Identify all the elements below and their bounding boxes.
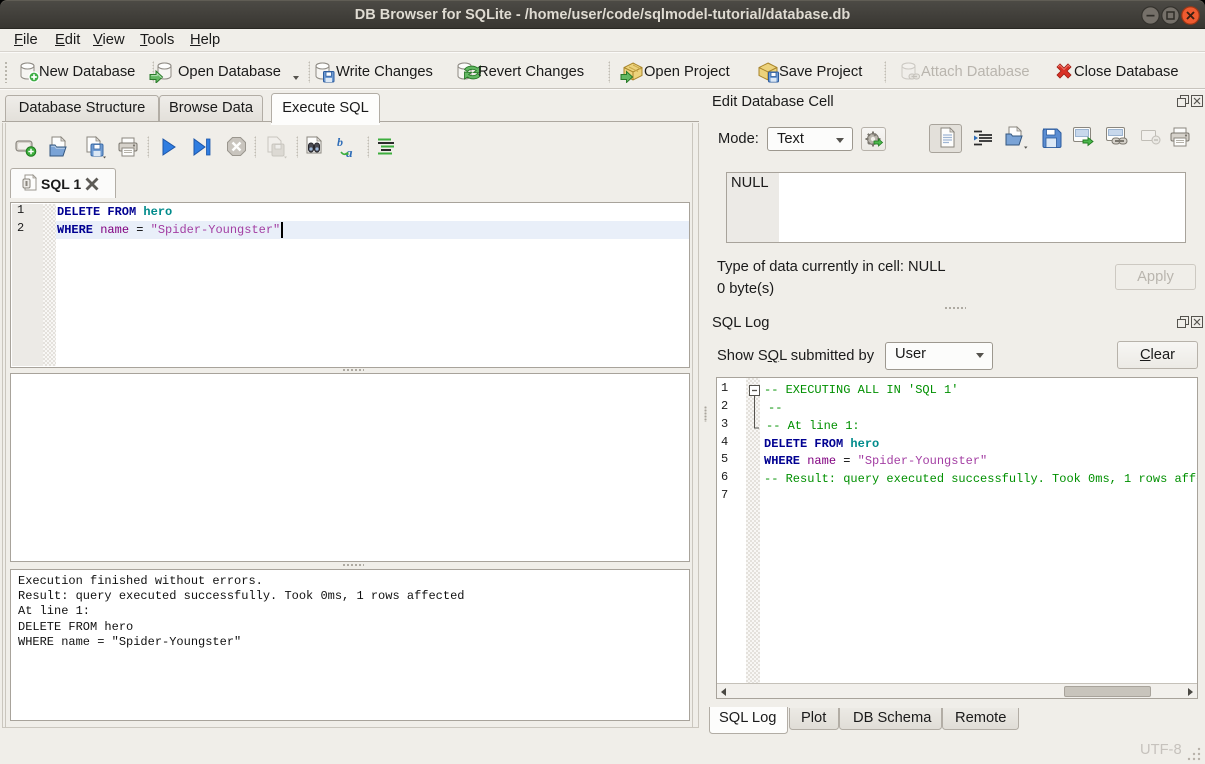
svg-text:a: a <box>346 145 353 159</box>
svg-text:b: b <box>337 136 343 149</box>
